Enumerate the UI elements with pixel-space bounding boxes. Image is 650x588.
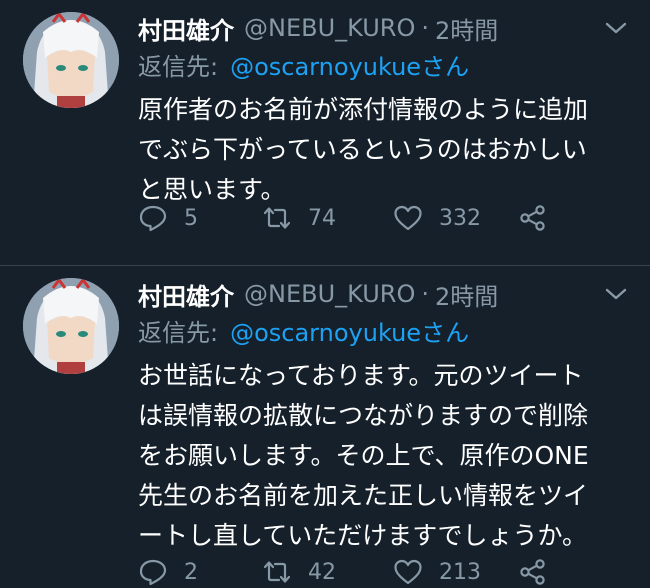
display-name[interactable]: 村田雄介: [138, 11, 234, 46]
like-count: 213: [439, 559, 481, 585]
avatar-image: [23, 12, 119, 108]
tweet-text-line: をお願いします。その上で、原作のONE: [138, 441, 589, 470]
tweet-text-line: は誤情報の拡散につながりますので削除: [138, 401, 589, 430]
handle[interactable]: @NEBU_KURO: [244, 280, 415, 308]
like-button[interactable]: 332: [393, 202, 481, 234]
retweet-count: 74: [308, 205, 336, 231]
timestamp[interactable]: 2時間: [435, 277, 498, 312]
reply-icon: [139, 559, 167, 586]
tweet-text-line: 先生のお名前を加えた正しい情報をツイ: [138, 481, 589, 510]
tweet-header: 村田雄介 @NEBU_KURO · 2時間: [138, 276, 628, 312]
tweet[interactable]: 村田雄介 @NEBU_KURO · 2時間 返信先: @oscarnoyukue…: [0, 265, 650, 586]
like-count: 332: [439, 205, 481, 231]
reply-count: 2: [184, 559, 198, 585]
retweet-button[interactable]: 42: [262, 556, 336, 588]
tweet-actions: 2 42 213: [138, 556, 558, 588]
separator: ·: [421, 280, 430, 308]
share-button[interactable]: [518, 556, 564, 588]
tweet-actions: 5 74 332: [138, 202, 558, 234]
reply-button[interactable]: 2: [138, 556, 198, 588]
tweet-text: お世話になっております。元のツイート は誤情報の拡散につながりますので削除 をお…: [138, 356, 628, 556]
reply-button[interactable]: 5: [138, 202, 198, 234]
tweet-text: 原作者のお名前が添付情報のように追加 でぶら下がっているというのはおかしい と思…: [138, 90, 628, 210]
tweet-text-line: ートし直していただけますでしょうか。: [138, 521, 588, 550]
share-button[interactable]: [518, 202, 564, 234]
retweet-count: 42: [308, 559, 336, 585]
heart-icon: [394, 205, 422, 231]
share-icon: [520, 205, 545, 231]
retweet-icon: [263, 207, 291, 229]
reply-prefix: 返信先:: [138, 318, 219, 347]
avatar-image: [23, 278, 119, 374]
chevron-down-icon[interactable]: [604, 20, 628, 36]
reply-prefix: 返信先:: [138, 52, 219, 81]
share-icon: [520, 559, 545, 585]
timestamp[interactable]: 2時間: [435, 11, 498, 46]
display-name[interactable]: 村田雄介: [138, 277, 234, 312]
separator: ·: [421, 14, 430, 42]
reply-icon: [139, 205, 167, 232]
retweet-icon: [263, 561, 291, 583]
heart-icon: [394, 559, 422, 585]
like-button[interactable]: 213: [393, 556, 481, 588]
tweet[interactable]: 村田雄介 @NEBU_KURO · 2時間 返信先: @oscarnoyukue…: [0, 0, 650, 265]
handle[interactable]: @NEBU_KURO: [244, 14, 415, 42]
tweet-text-line: 原作者のお名前が添付情報のように追加: [138, 95, 589, 124]
retweet-button[interactable]: 74: [262, 202, 336, 234]
chevron-down-icon[interactable]: [604, 286, 628, 302]
reply-context: 返信先: @oscarnoyukueさん: [138, 46, 628, 82]
reply-context: 返信先: @oscarnoyukueさん: [138, 312, 628, 348]
reply-mention-link[interactable]: @oscarnoyukueさん: [230, 313, 469, 348]
avatar[interactable]: [23, 278, 119, 374]
tweet-text-line: お世話になっております。元のツイート: [138, 361, 584, 390]
avatar[interactable]: [23, 12, 119, 108]
reply-count: 5: [184, 205, 198, 231]
tweet-text-line: でぶら下がっているというのはおかしい: [138, 135, 587, 164]
reply-mention-link[interactable]: @oscarnoyukueさん: [230, 47, 469, 82]
tweet-header: 村田雄介 @NEBU_KURO · 2時間: [138, 10, 628, 46]
